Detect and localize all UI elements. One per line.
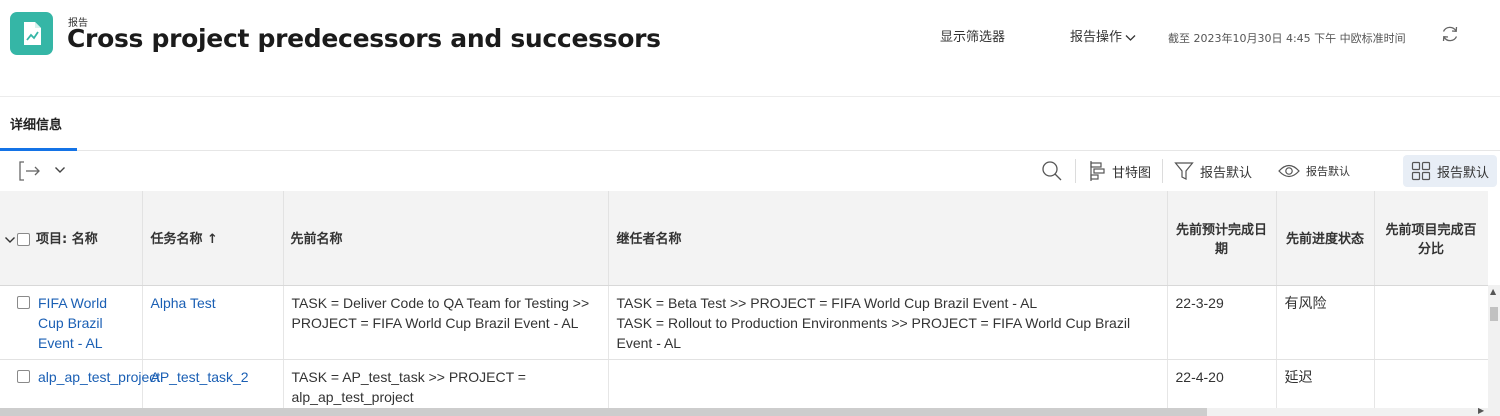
view-button[interactable]: 报告默认 [1278, 151, 1350, 191]
column-header-successor[interactable]: 继任者名称 [608, 191, 1168, 286]
row-checkbox[interactable] [17, 369, 30, 383]
gantt-label: 甘特图 [1112, 165, 1152, 181]
page-title: Cross project predecessors and successor… [67, 24, 661, 53]
search-button[interactable] [1041, 151, 1069, 191]
page-header: 报告 Cross project predecessors and succes… [0, 0, 1500, 97]
column-header-task[interactable]: 任务名称 ↑ [142, 191, 284, 286]
filter-button[interactable]: 报告默认 [1174, 151, 1252, 191]
successor-cell [608, 359, 1168, 408]
progress-status-cell: 延迟 [1276, 359, 1375, 408]
progress-status-cell: 有风险 [1276, 285, 1375, 360]
refresh-icon[interactable] [1439, 23, 1461, 45]
filter-label: 报告默认 [1200, 165, 1253, 181]
successor-line: TASK = Rollout to Production Environment… [616, 314, 1131, 351]
column-header-planned-completion[interactable]: 先前预计完成日期 [1167, 191, 1277, 286]
row-checkbox[interactable] [17, 295, 30, 309]
chevron-down-icon[interactable] [4, 236, 16, 244]
tab-details[interactable]: 详细信息 [0, 97, 72, 151]
scroll-up-icon[interactable]: ▲ [1490, 287, 1496, 296]
percent-complete-cell [1374, 359, 1488, 408]
predecessor-cell: TASK = AP_test_task >> PROJECT = alp_ap_… [283, 359, 609, 408]
task-link[interactable]: AP_test_task_2 [151, 369, 249, 385]
planned-completion-cell: 22-3-29 [1167, 285, 1277, 360]
column-header-progress-status[interactable]: 先前进度状态 [1276, 191, 1375, 286]
toolbar-divider [1162, 159, 1163, 183]
group-button[interactable]: 报告默认 [1403, 155, 1498, 187]
vertical-scrollbar[interactable]: ▲ [1488, 285, 1500, 408]
filter-icon [1174, 162, 1194, 180]
table-row[interactable]: FIFA World Cup Brazil Event - AL Alpha T… [0, 285, 1488, 360]
toolbar-divider [1075, 159, 1076, 183]
export-icon[interactable] [18, 160, 42, 182]
gantt-button[interactable]: 甘特图 [1088, 151, 1151, 191]
show-filter-button[interactable]: 显示筛选器 [940, 26, 1005, 45]
predecessor-cell: TASK = Deliver Code to QA Team for Testi… [283, 285, 609, 360]
as-of-timestamp: 截至 2023年10月30日 4:45 下午 中欧标准时间 [1168, 32, 1406, 45]
project-cell: alp_ap_test_project [0, 359, 160, 408]
report-actions-label: 报告操作 [1070, 30, 1123, 45]
grid-icon [1411, 161, 1431, 181]
planned-completion-cell: 22-4-20 [1167, 359, 1277, 408]
table-row[interactable]: alp_ap_test_project AP_test_task_2 TASK … [0, 359, 1488, 408]
task-cell: AP_test_task_2 [142, 359, 284, 408]
project-cell: FIFA World Cup Brazil Event - AL [0, 285, 143, 360]
vertical-scroll-thumb[interactable] [1490, 307, 1498, 321]
select-all-checkbox[interactable] [17, 233, 30, 247]
table-header-row: 项目: 名称 任务名称 ↑ 先前名称 继任者名称 先前预计完成日期 先前进度状态… [0, 191, 1488, 286]
horizontal-scroll-thumb[interactable] [0, 408, 1207, 416]
chevron-down-icon[interactable] [54, 166, 66, 174]
gantt-icon [1090, 161, 1105, 181]
eye-icon [1278, 164, 1300, 178]
successor-cell: TASK = Beta Test >> PROJECT = FIFA World… [608, 285, 1168, 360]
report-icon [10, 12, 53, 55]
percent-complete-cell [1374, 285, 1488, 360]
view-label: 报告默认 [1306, 165, 1350, 178]
table-toolbar: 甘特图 报告默认 报告默认 报告默认 [0, 151, 1500, 191]
search-icon [1042, 161, 1062, 181]
chevron-down-icon [1125, 34, 1136, 41]
column-header-label: 项目: 名称 [36, 232, 98, 248]
project-link[interactable]: FIFA World Cup Brazil Event - AL [38, 293, 134, 353]
task-link[interactable]: Alpha Test [151, 295, 216, 311]
scroll-right-icon[interactable]: ▶ [1478, 406, 1484, 415]
report-table: 项目: 名称 任务名称 ↑ 先前名称 继任者名称 先前预计完成日期 先前进度状态… [0, 191, 1488, 408]
column-header-predecessor[interactable]: 先前名称 [283, 191, 609, 286]
report-actions-button[interactable]: 报告操作 [1070, 26, 1136, 45]
column-header-project[interactable]: 项目: 名称 [0, 191, 143, 286]
project-link[interactable]: alp_ap_test_project [38, 367, 160, 387]
horizontal-scrollbar[interactable]: ▶ [0, 406, 1500, 416]
tab-bar: 详细信息 [0, 97, 1500, 151]
column-header-percent-complete[interactable]: 先前项目完成百分比 [1374, 191, 1488, 286]
task-cell: Alpha Test [142, 285, 284, 360]
successor-line: TASK = Beta Test >> PROJECT = FIFA World… [616, 294, 1038, 311]
group-label: 报告默认 [1437, 165, 1490, 181]
